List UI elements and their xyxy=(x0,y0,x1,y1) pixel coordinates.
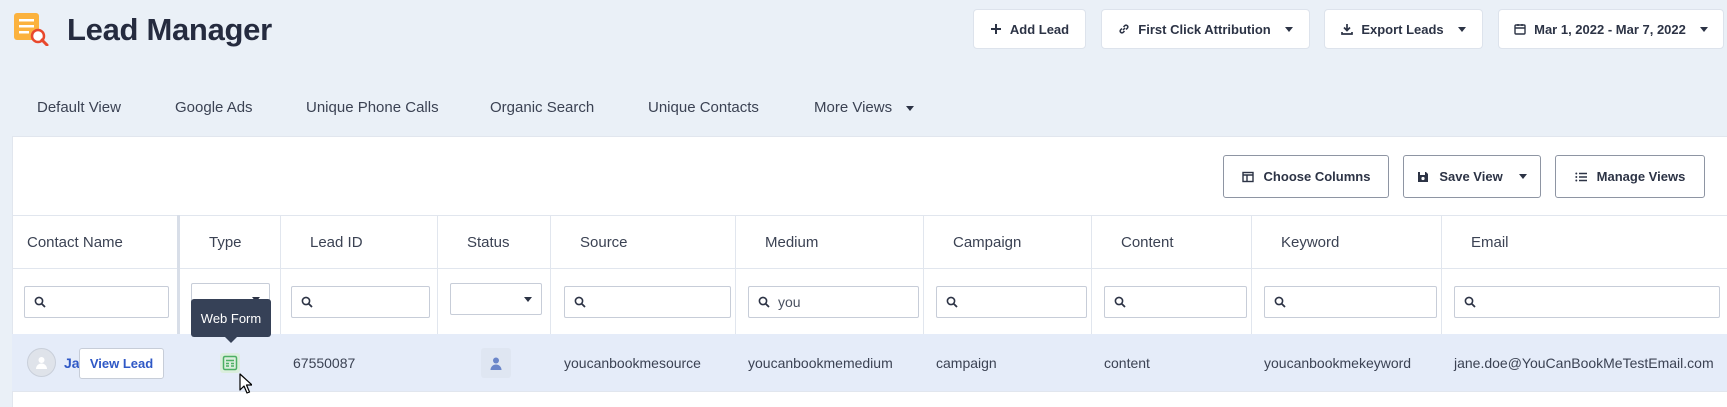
column-header-lead-id[interactable]: Lead ID xyxy=(310,234,363,251)
tab-organic-search[interactable]: Organic Search xyxy=(490,99,594,116)
download-icon xyxy=(1341,24,1354,35)
manage-views-button[interactable]: Manage Views xyxy=(1555,155,1705,198)
chevron-down-icon xyxy=(1518,174,1527,179)
column-header-email[interactable]: Email xyxy=(1471,234,1509,251)
chevron-down-icon xyxy=(906,105,915,111)
type-tooltip: Web Form xyxy=(191,299,271,343)
search-icon xyxy=(301,296,313,308)
search-icon xyxy=(758,296,770,308)
view-tabs: Default View Google Ads Unique Phone Cal… xyxy=(0,99,1727,119)
mouse-pointer-icon xyxy=(239,373,252,394)
search-icon xyxy=(946,296,958,308)
chevron-down-icon xyxy=(1699,26,1708,32)
source-cell: youcanbookmesource xyxy=(564,355,701,371)
keyword-filter-input[interactable] xyxy=(1264,286,1437,318)
contact-name-link[interactable]: Ja xyxy=(64,355,80,371)
lead-manager-logo-icon xyxy=(14,13,49,46)
tab-default-view[interactable]: Default View xyxy=(37,99,121,116)
content-cell: content xyxy=(1104,355,1150,371)
link-icon xyxy=(1119,24,1129,34)
save-view-dropdown[interactable]: Save View xyxy=(1403,155,1541,198)
lead-id-filter-input[interactable] xyxy=(291,286,430,318)
search-icon xyxy=(1464,296,1476,308)
search-icon xyxy=(1114,296,1126,308)
column-header-campaign[interactable]: Campaign xyxy=(953,234,1021,251)
lead-id-cell: 67550087 xyxy=(293,355,356,371)
user-icon xyxy=(490,357,502,370)
columns-icon xyxy=(1241,171,1254,182)
date-range-picker[interactable]: Mar 1, 2022 - Mar 7, 2022 xyxy=(1498,9,1724,49)
column-header-status[interactable]: Status xyxy=(467,234,510,251)
tab-more-views[interactable]: More Views xyxy=(814,99,915,116)
medium-filter-input[interactable]: you xyxy=(748,286,919,318)
column-header-content[interactable]: Content xyxy=(1121,234,1174,251)
avatar xyxy=(27,348,56,377)
calendar-icon xyxy=(1514,24,1526,35)
save-icon xyxy=(1418,171,1429,182)
email-cell[interactable]: jane.doe@YouCanBookMeTestEmail.com xyxy=(1454,355,1714,371)
campaign-cell: campaign xyxy=(936,355,997,371)
view-lead-button[interactable]: View Lead xyxy=(79,348,164,379)
status-filter-select[interactable] xyxy=(450,283,542,315)
divider xyxy=(12,215,1727,216)
campaign-filter-input[interactable] xyxy=(936,286,1087,318)
column-header-contact-name[interactable]: Contact Name xyxy=(27,234,123,251)
email-filter-input[interactable] xyxy=(1454,286,1720,318)
user-icon xyxy=(36,357,47,369)
add-lead-button[interactable]: Add Lead xyxy=(973,9,1086,49)
contact-name-filter-input[interactable] xyxy=(24,286,169,318)
search-icon xyxy=(34,296,46,308)
export-leads-button[interactable]: Export Leads xyxy=(1324,9,1483,49)
attribution-dropdown[interactable]: First Click Attribution xyxy=(1101,9,1310,49)
choose-columns-button[interactable]: Choose Columns xyxy=(1223,155,1389,198)
chevron-down-icon xyxy=(524,297,532,302)
tab-unique-contacts[interactable]: Unique Contacts xyxy=(648,99,759,116)
chevron-down-icon xyxy=(1457,26,1466,32)
plus-icon xyxy=(990,24,1001,34)
chevron-down-icon xyxy=(1284,26,1293,32)
status-contact-icon[interactable] xyxy=(481,348,511,378)
column-header-keyword[interactable]: Keyword xyxy=(1281,234,1339,251)
list-icon xyxy=(1574,172,1587,181)
divider xyxy=(12,268,1727,269)
column-header-source[interactable]: Source xyxy=(580,234,628,251)
web-form-type-icon[interactable] xyxy=(220,353,240,373)
search-icon xyxy=(574,296,586,308)
medium-cell: youcanbookmemedium xyxy=(748,355,893,371)
page-title: Lead Manager xyxy=(67,12,272,47)
keyword-cell: youcanbookmekeyword xyxy=(1264,355,1412,371)
search-icon xyxy=(1274,296,1286,308)
column-header-type[interactable]: Type xyxy=(209,234,242,251)
column-header-medium[interactable]: Medium xyxy=(765,234,818,251)
tab-google-ads[interactable]: Google Ads xyxy=(175,99,253,116)
source-filter-input[interactable] xyxy=(564,286,731,318)
content-filter-input[interactable] xyxy=(1104,286,1247,318)
form-icon xyxy=(222,355,238,371)
tab-unique-phone-calls[interactable]: Unique Phone Calls xyxy=(306,99,439,116)
